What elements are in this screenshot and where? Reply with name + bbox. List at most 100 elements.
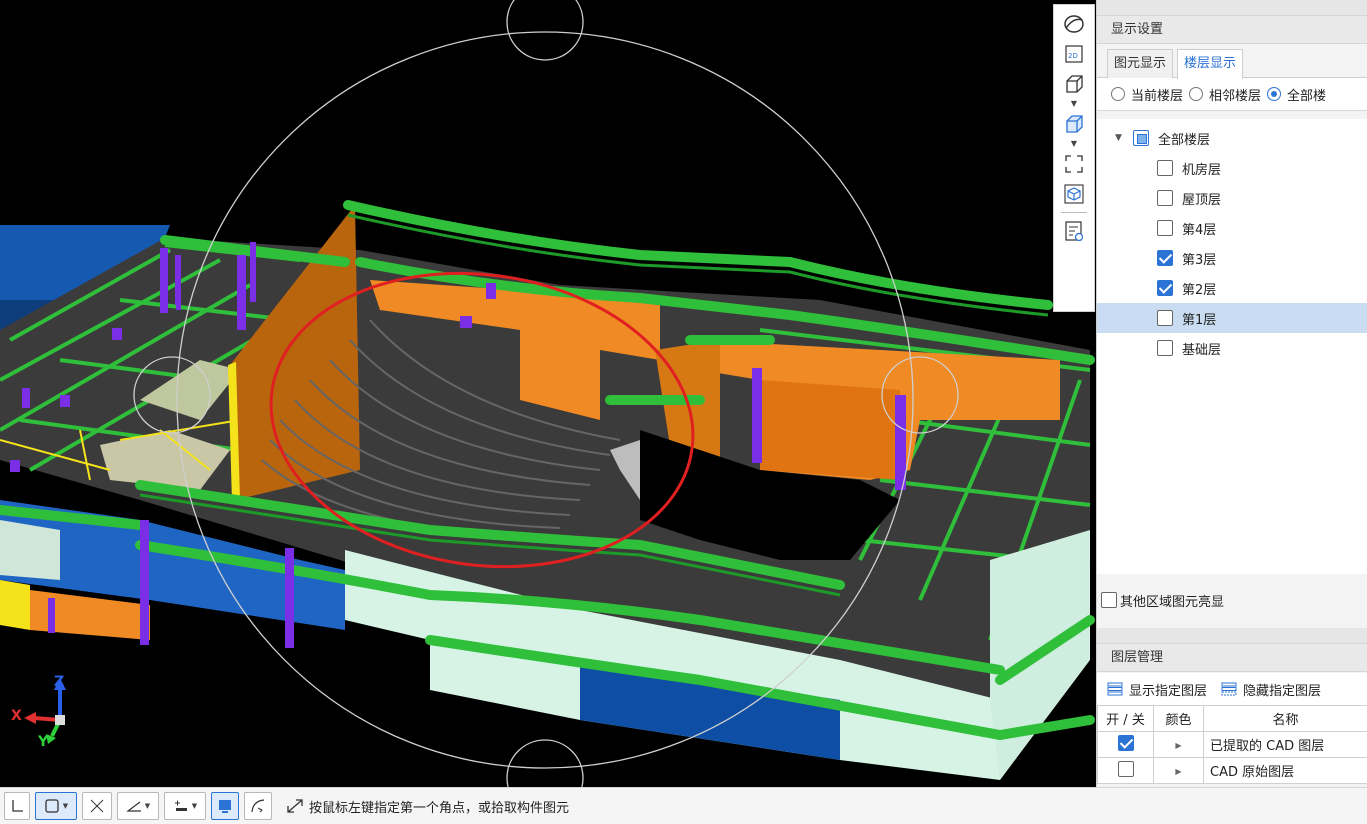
tree-label-floor: 第1层	[1182, 312, 1217, 328]
offset-icon	[174, 800, 187, 811]
col-name: 名称	[1203, 705, 1367, 732]
dynamic-input-button[interactable]	[211, 792, 239, 820]
tree-row-floor[interactable]: 第2层	[1097, 273, 1367, 303]
tab-element-display[interactable]: 图元显示	[1107, 49, 1174, 78]
axis-label-y: Y	[38, 734, 49, 750]
hide-layer-button[interactable]: 隐藏指定图层	[1221, 680, 1321, 699]
show-layer-button[interactable]: 显示指定图层	[1107, 680, 1207, 699]
checkbox-floor[interactable]	[1157, 160, 1173, 176]
resize-arrow-icon	[287, 799, 303, 813]
layer-toggle-checkbox[interactable]	[1117, 734, 1134, 751]
tree-row-all-floors[interactable]: ▼ 全部楼层	[1097, 123, 1367, 153]
tree-label-floor: 基础层	[1182, 342, 1222, 358]
screen-icon	[219, 800, 231, 813]
col-on-off: 开 / 关	[1097, 705, 1154, 732]
fullscreen-icon[interactable]	[1061, 151, 1087, 177]
layer-color-cell[interactable]: ▶	[1153, 757, 1204, 784]
layer-toggle-checkbox[interactable]	[1117, 760, 1134, 777]
radio-adjacent-floor-dot[interactable]	[1189, 87, 1204, 101]
highlight-others-row[interactable]: 其他区域图元亮显	[1097, 584, 1367, 616]
col-color: 颜色	[1153, 705, 1204, 732]
checkbox-all-floors[interactable]	[1133, 130, 1149, 146]
tree-label-floor: 机房层	[1182, 162, 1222, 178]
snap-box-icon	[45, 799, 59, 813]
building-model	[0, 0, 1095, 787]
layer-name: CAD 原始图层	[1203, 757, 1367, 784]
intersection-snap-button[interactable]	[82, 792, 112, 820]
checkbox-floor[interactable]	[1157, 190, 1173, 206]
status-bar: ▼ ▼ ▼ 按鼠标左键指定第一个角点，或拾取构件图元	[0, 787, 1367, 824]
layers-show-icon	[1107, 682, 1123, 696]
highlight-others-label: 其他区域图元亮显	[1120, 594, 1225, 610]
angle-icon	[125, 801, 141, 812]
checkbox-floor[interactable]	[1157, 280, 1173, 296]
angle-mode-button[interactable]: ▼	[117, 792, 159, 820]
ortho-icon	[12, 800, 23, 812]
tree-label-floor: 第2层	[1182, 282, 1217, 298]
trace-icon	[251, 799, 265, 813]
axis-label-x: X	[11, 708, 22, 724]
radio-adjacent-floor-label: 相邻楼层	[1209, 88, 1262, 104]
tab-floor-display[interactable]: 楼层显示	[1177, 49, 1244, 79]
axis-label-z: Z	[54, 674, 65, 690]
display-settings-title: 显示设置	[1097, 16, 1367, 44]
tree-row-floor[interactable]: 基础层	[1097, 333, 1367, 363]
radio-all-floors[interactable]: 全部楼	[1267, 85, 1326, 104]
table-row[interactable]: ▶ 已提取的 CAD 图层	[1097, 731, 1367, 758]
cube-solid-view-icon[interactable]	[1061, 111, 1087, 137]
tree-row-floor[interactable]: 屋顶层	[1097, 183, 1367, 213]
layer-name: 已提取的 CAD 图层	[1203, 731, 1367, 758]
radio-current-floor-label: 当前楼层	[1131, 88, 1184, 104]
collapse-caret-icon[interactable]: ▼	[1115, 133, 1125, 143]
tree-label-floor: 屋顶层	[1182, 192, 1222, 208]
expand-caret-icon[interactable]: ▶	[1175, 767, 1181, 776]
tree-label-all-floors: 全部楼层	[1158, 132, 1211, 148]
checkbox-floor[interactable]	[1157, 250, 1173, 266]
tree-row-floor[interactable]: 机房层	[1097, 153, 1367, 183]
svg-text:2D: 2D	[1068, 52, 1078, 60]
layer-table: 开 / 关 颜色 名称 ▶ 已提取的 CAD 图层 ▶ CAD 原始图层	[1097, 705, 1367, 784]
snap-mode-button[interactable]: ▼	[35, 792, 77, 820]
expand-caret-icon[interactable]: ▶	[1175, 741, 1181, 750]
orbit-icon[interactable]	[1061, 11, 1087, 37]
table-row[interactable]: ▶ CAD 原始图层	[1097, 757, 1367, 784]
radio-current-floor-dot[interactable]	[1111, 87, 1125, 101]
checkbox-floor[interactable]	[1157, 310, 1173, 326]
highlight-others-checkbox[interactable]	[1101, 592, 1117, 608]
status-message: 按鼠标左键指定第一个角点，或拾取构件图元	[285, 797, 569, 816]
radio-adjacent-floor[interactable]: 相邻楼层	[1189, 85, 1261, 104]
tree-row-floor[interactable]: 第1层	[1097, 303, 1367, 333]
trace-mode-button[interactable]	[244, 792, 272, 820]
3d-viewport[interactable]: Z X Y	[0, 0, 1096, 787]
offset-mode-button[interactable]: ▼	[164, 792, 206, 820]
tree-row-floor[interactable]: 第3层	[1097, 243, 1367, 273]
tree-label-floor: 第3层	[1182, 252, 1217, 268]
cube-view-dropdown-icon[interactable]: ▼	[1071, 99, 1077, 109]
ortho-mode-button[interactable]	[4, 792, 30, 820]
radio-current-floor[interactable]: 当前楼层	[1111, 85, 1183, 104]
layer-table-header: 开 / 关 颜色 名称	[1097, 705, 1367, 732]
layer-actions: 显示指定图层 隐藏指定图层	[1097, 673, 1367, 705]
tree-row-floor[interactable]: 第4层	[1097, 213, 1367, 243]
layer-color-cell[interactable]: ▶	[1153, 731, 1204, 758]
app-window: Z X Y 2D ▼ ▼ 显示设置 图元显示 楼层显示 当前楼层 相邻楼层 全部…	[0, 0, 1367, 824]
2d-view-icon[interactable]: 2D	[1061, 41, 1087, 67]
panel-strip	[1097, 0, 1367, 16]
view-toolbar: 2D ▼ ▼	[1053, 4, 1095, 312]
layer-toggle-cell[interactable]	[1097, 731, 1154, 758]
cube-solid-dropdown-icon[interactable]: ▼	[1071, 139, 1077, 149]
status-message-text: 按鼠标左键指定第一个角点，或拾取构件图元	[309, 800, 570, 816]
checkbox-floor[interactable]	[1157, 340, 1173, 356]
cube-view-icon[interactable]	[1061, 71, 1087, 97]
3d-box-icon[interactable]	[1061, 181, 1087, 207]
display-settings-icon[interactable]	[1061, 218, 1087, 244]
panel-strip	[1097, 628, 1367, 644]
layer-toggle-cell[interactable]	[1097, 757, 1154, 784]
radio-all-floors-dot[interactable]	[1267, 87, 1282, 101]
layer-management-section: 图层管理	[1097, 628, 1367, 672]
right-panel: 显示设置 图元显示 楼层显示 当前楼层 相邻楼层 全部楼 ▼ 全部楼层 机房层 …	[1096, 0, 1367, 787]
radio-all-floors-label: 全部楼	[1287, 88, 1327, 104]
hide-layer-label: 隐藏指定图层	[1243, 683, 1322, 699]
checkbox-floor[interactable]	[1157, 220, 1173, 236]
show-layer-label: 显示指定图层	[1129, 683, 1208, 699]
